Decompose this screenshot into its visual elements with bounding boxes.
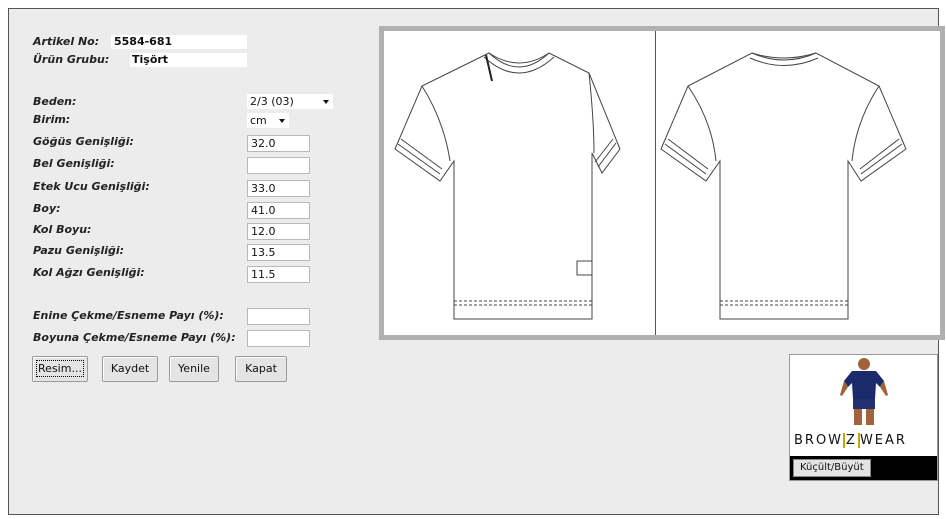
- avatar-toolbar: Küçült/Büyüt: [790, 456, 937, 480]
- image-button-label: Resim...: [36, 360, 84, 377]
- sleeve-length-input[interactable]: 12.0: [247, 223, 310, 240]
- size-select-value: 2/3 (03): [250, 95, 294, 108]
- length-shrinkage-label: Boyuna Çekme/Esneme Payı (%):: [33, 331, 236, 344]
- sleeve-opening-input[interactable]: 11.5: [247, 266, 310, 283]
- article-value: 5584-681: [111, 35, 247, 49]
- image-button[interactable]: Resim...: [32, 356, 88, 382]
- bicep-width-input[interactable]: 13.5: [247, 244, 310, 261]
- hem-width-input[interactable]: 33.0: [247, 180, 310, 197]
- chevron-down-icon: [323, 100, 329, 104]
- close-button[interactable]: Kapat: [235, 356, 287, 382]
- garment-technical-drawing: [379, 26, 945, 340]
- refresh-button-label: Yenile: [178, 362, 210, 375]
- size-select[interactable]: 2/3 (03): [247, 94, 333, 109]
- tshirt-sketch: [394, 52, 907, 320]
- product-group-value: Tişört: [130, 53, 247, 67]
- length-shrinkage-input[interactable]: [247, 330, 310, 347]
- refresh-button[interactable]: Yenile: [169, 356, 219, 382]
- chest-width-input[interactable]: 32.0: [247, 135, 310, 152]
- bicep-width-label: Pazu Genişliği:: [33, 244, 125, 257]
- length-input[interactable]: 41.0: [247, 202, 310, 219]
- shrink-enlarge-button[interactable]: Küçült/Büyüt: [793, 459, 871, 477]
- product-group-label: Ürün Grubu:: [33, 53, 110, 66]
- waist-width-input[interactable]: [247, 157, 310, 174]
- unit-select[interactable]: cm: [247, 113, 289, 128]
- garment-form-window: Artikel No: 5584-681 Ürün Grubu: Tişört …: [8, 8, 945, 515]
- tshirt-back-drawing: [660, 52, 907, 320]
- avatar-preview: BROW Z WEAR Küçült/Büyüt: [789, 354, 938, 481]
- width-shrinkage-label: Enine Çekme/Esneme Payı (%):: [33, 309, 224, 322]
- browzwear-logo: BROW Z WEAR: [794, 433, 907, 448]
- save-button-label: Kaydet: [110, 362, 150, 375]
- length-label: Boy:: [33, 202, 61, 215]
- chevron-down-icon: [279, 119, 285, 123]
- article-label: Artikel No:: [33, 35, 100, 48]
- unit-label: Birim:: [33, 113, 71, 126]
- chest-width-label: Göğüs Genişliği:: [33, 135, 134, 148]
- hem-width-label: Etek Ucu Genişliği:: [33, 180, 150, 193]
- save-button[interactable]: Kaydet: [102, 356, 158, 382]
- waist-width-label: Bel Genişliği:: [33, 157, 115, 170]
- sleeve-opening-label: Kol Ağzı Genişliği:: [33, 266, 145, 279]
- size-label: Beden:: [33, 95, 77, 108]
- tshirt-front-drawing: [394, 52, 621, 320]
- unit-select-value: cm: [250, 114, 267, 127]
- close-button-label: Kapat: [245, 362, 277, 375]
- width-shrinkage-input[interactable]: [247, 308, 310, 325]
- avatar-figure: [840, 358, 888, 425]
- sleeve-length-label: Kol Boyu:: [33, 223, 92, 236]
